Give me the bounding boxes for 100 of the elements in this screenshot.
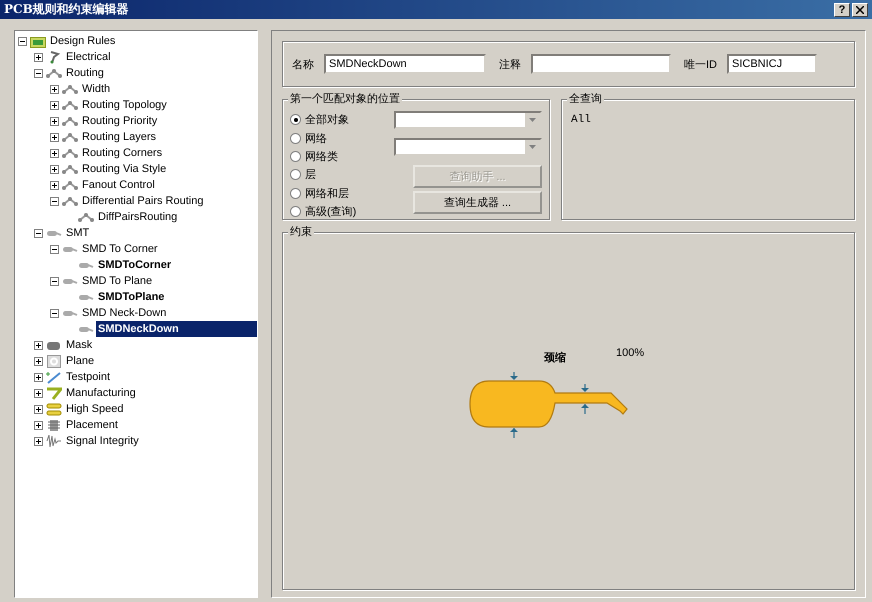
collapse-toggle[interactable] bbox=[50, 276, 59, 286]
close-button[interactable] bbox=[852, 2, 868, 16]
plane-icon bbox=[46, 354, 62, 368]
caret-icon bbox=[529, 118, 536, 122]
collapse-toggle[interactable] bbox=[34, 68, 43, 78]
route-icon bbox=[78, 210, 94, 224]
tree-item[interactable]: Fanout Control bbox=[80, 177, 257, 193]
collapse-toggle[interactable] bbox=[34, 228, 43, 238]
radio-button[interactable] bbox=[290, 114, 301, 126]
arrow-icon bbox=[581, 384, 589, 392]
waveform-icon bbox=[46, 434, 62, 448]
route-icon bbox=[62, 162, 78, 176]
close-icon bbox=[856, 6, 864, 14]
expand-toggle[interactable] bbox=[50, 180, 59, 190]
expand-toggle[interactable] bbox=[34, 340, 43, 350]
route-icon bbox=[46, 66, 62, 80]
collapse-toggle[interactable] bbox=[50, 196, 59, 206]
caret-icon bbox=[529, 145, 536, 149]
radio-button[interactable] bbox=[290, 150, 301, 162]
expand-toggle[interactable] bbox=[34, 388, 43, 398]
tree-item[interactable]: Routing Topology bbox=[80, 97, 257, 113]
route-icon bbox=[62, 82, 78, 96]
expand-toggle[interactable] bbox=[50, 116, 59, 126]
expand-toggle[interactable] bbox=[34, 52, 43, 62]
radio-button[interactable] bbox=[290, 188, 301, 199]
tree-item[interactable]: Routing Priority bbox=[80, 113, 257, 129]
tree-item[interactable]: Routing Corners bbox=[80, 145, 257, 161]
tree-item[interactable]: Plane bbox=[64, 353, 257, 369]
tree-item[interactable]: SMD To Plane bbox=[80, 273, 257, 289]
expand-toggle[interactable] bbox=[34, 356, 43, 366]
expand-toggle[interactable] bbox=[34, 420, 43, 430]
collapse-toggle[interactable] bbox=[50, 308, 59, 318]
tree-item[interactable]: Design Rules bbox=[48, 33, 257, 49]
tree-item[interactable]: SMD To Corner bbox=[80, 241, 257, 257]
radio-label[interactable]: 网络 bbox=[305, 130, 327, 146]
expand-toggle[interactable] bbox=[34, 436, 43, 446]
tree-item[interactable]: Routing Layers bbox=[80, 129, 257, 145]
route-icon bbox=[62, 114, 78, 128]
field-label: 名称 bbox=[292, 58, 314, 72]
text-field[interactable]: SMDNeckDown bbox=[324, 54, 486, 74]
tree-item[interactable]: Manufacturing bbox=[64, 385, 257, 401]
tree-item[interactable]: Differential Pairs Routing bbox=[80, 193, 257, 209]
expand-toggle[interactable] bbox=[50, 132, 59, 142]
query-button[interactable]: 查询生成器 ... bbox=[413, 191, 542, 214]
dumbbell-icon bbox=[46, 402, 62, 416]
group-title: 第一个匹配对象的位置 bbox=[288, 92, 402, 106]
field-label: 注释 bbox=[499, 58, 521, 72]
chip-icon bbox=[46, 418, 62, 432]
radio-button[interactable] bbox=[290, 169, 301, 180]
percent-reading: 100% bbox=[616, 347, 644, 359]
arrow-icon bbox=[510, 372, 518, 380]
query-text: All bbox=[571, 114, 591, 126]
tree-item[interactable]: SMDToCorner bbox=[96, 257, 257, 273]
manufacturing-icon bbox=[46, 386, 62, 400]
expand-toggle[interactable] bbox=[50, 100, 59, 110]
tree-item[interactable]: DiffPairsRouting bbox=[96, 209, 257, 225]
tree-item[interactable]: Routing Via Style bbox=[80, 161, 257, 177]
dropdown-field[interactable] bbox=[394, 138, 542, 156]
diagram-label: 颈缩 bbox=[544, 350, 566, 365]
route-icon bbox=[62, 146, 78, 160]
window-title: PCB规则和约束编辑器 bbox=[4, 1, 129, 18]
tree-item[interactable]: Signal Integrity bbox=[64, 433, 257, 449]
expand-toggle[interactable] bbox=[50, 148, 59, 158]
expand-toggle[interactable] bbox=[50, 84, 59, 94]
radio-button[interactable] bbox=[290, 206, 301, 218]
expand-toggle[interactable] bbox=[34, 372, 43, 382]
tree-item[interactable]: Placement bbox=[64, 417, 257, 433]
route-icon bbox=[62, 130, 78, 144]
collapse-toggle[interactable] bbox=[50, 244, 59, 254]
tree-item[interactable]: Routing bbox=[64, 65, 257, 81]
expand-toggle[interactable] bbox=[50, 164, 59, 174]
arrow-icon bbox=[510, 428, 518, 438]
route-icon bbox=[62, 194, 78, 208]
collapse-toggle[interactable] bbox=[18, 36, 27, 46]
tree-item[interactable]: Width bbox=[80, 81, 257, 97]
tree-item[interactable]: Testpoint bbox=[64, 369, 257, 385]
tree-item[interactable]: SMDToPlane bbox=[96, 289, 257, 305]
tree-item[interactable]: Electrical bbox=[64, 49, 257, 65]
probe-icon bbox=[46, 370, 62, 384]
tree-item[interactable]: High Speed bbox=[64, 401, 257, 417]
radio-label[interactable]: 高级(查询) bbox=[305, 204, 356, 220]
folder-icon bbox=[30, 34, 46, 48]
tree-item[interactable]: SMT bbox=[64, 225, 257, 241]
text-field[interactable] bbox=[531, 54, 671, 74]
group-title: 约束 bbox=[288, 225, 314, 239]
expand-toggle[interactable] bbox=[34, 404, 43, 414]
radio-label[interactable]: 层 bbox=[305, 167, 316, 182]
route-icon bbox=[62, 98, 78, 112]
text-field[interactable]: SICBNICJ bbox=[727, 54, 817, 74]
help-button[interactable]: ? bbox=[834, 2, 850, 16]
route-icon bbox=[62, 178, 78, 192]
tree-item[interactable]: Mask bbox=[64, 337, 257, 353]
radio-label[interactable]: 网络类 bbox=[305, 148, 338, 164]
radio-button[interactable] bbox=[290, 132, 301, 144]
group-title: 全查询 bbox=[567, 92, 604, 106]
tree-item[interactable]: SMDNeckDown bbox=[96, 321, 257, 337]
dropdown-field[interactable] bbox=[394, 111, 542, 129]
tree-item[interactable]: SMD Neck-Down bbox=[80, 305, 257, 321]
radio-label[interactable]: 全部对象 bbox=[305, 112, 349, 128]
radio-label[interactable]: 网络和层 bbox=[305, 186, 349, 201]
